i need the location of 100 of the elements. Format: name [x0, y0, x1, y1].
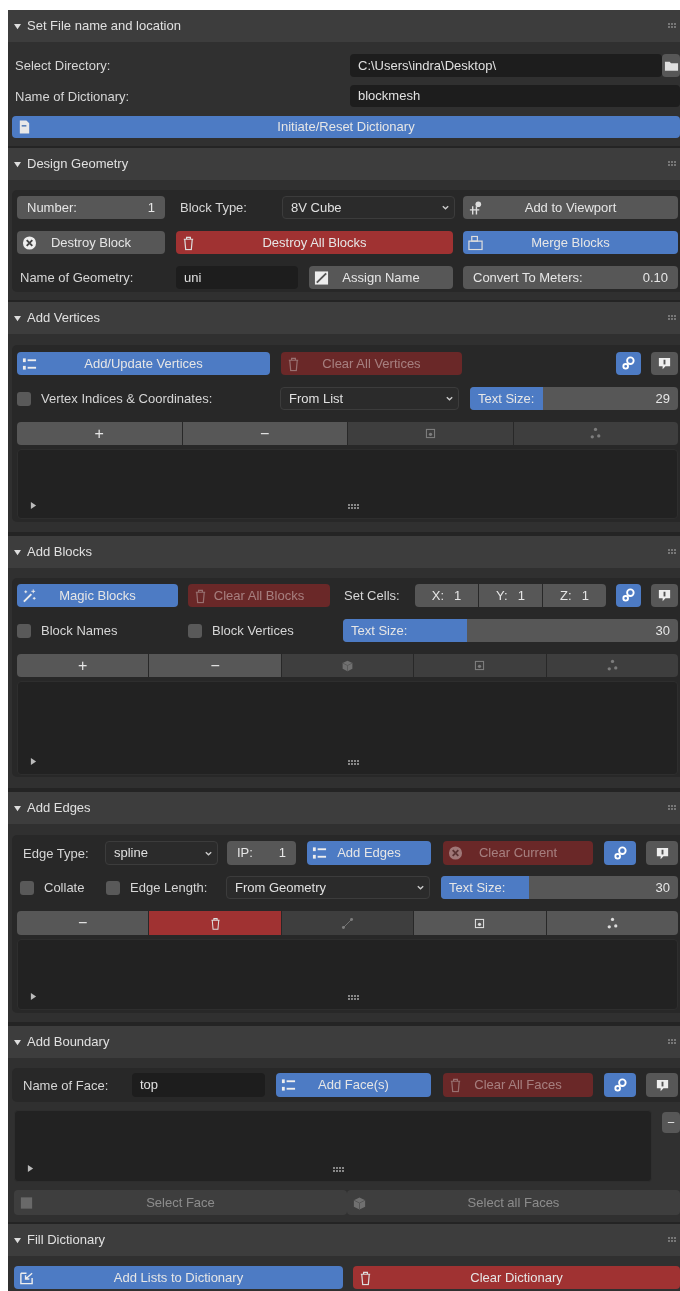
toolbar-button[interactable]: +	[17, 422, 182, 445]
drag-handle-icon[interactable]	[668, 23, 676, 29]
button[interactable]: Add Lists to Dictionary	[14, 1266, 343, 1289]
expand-arrow-icon[interactable]	[30, 993, 37, 1000]
field-label: Edge Type:	[23, 844, 89, 863]
checkbox[interactable]: Edge Length:	[106, 876, 226, 899]
text-field[interactable]: uni	[176, 266, 298, 289]
disclosure-triangle-icon[interactable]	[14, 160, 21, 168]
grip-icon[interactable]	[347, 760, 360, 766]
toolbar-button[interactable]: −	[149, 654, 281, 677]
button[interactable]: Magic Blocks	[17, 584, 178, 607]
gear-button[interactable]	[616, 352, 641, 375]
panel-header[interactable]: Set File name and location	[8, 10, 680, 42]
checkbox[interactable]: Vertex Indices & Coordinates:	[17, 387, 280, 410]
grid-point-icon	[468, 200, 483, 215]
expand-arrow-icon[interactable]	[27, 1165, 34, 1172]
number-field[interactable]: Y: 1	[479, 584, 542, 607]
panel-header[interactable]: Add Boundary	[8, 1026, 680, 1058]
numbered-list-icon	[22, 356, 37, 371]
drag-handle-icon[interactable]	[668, 549, 676, 555]
numbered-list-icon	[312, 845, 327, 861]
panel-header[interactable]: Add Blocks	[8, 536, 680, 568]
dropdown[interactable]: 8V Cube	[282, 196, 455, 219]
grip-icon[interactable]	[333, 1167, 345, 1173]
info-button[interactable]	[646, 1073, 678, 1097]
three-dots-icon	[605, 916, 619, 930]
text-field[interactable]: top	[132, 1073, 265, 1097]
drag-handle-icon[interactable]	[668, 1237, 676, 1243]
info-button[interactable]	[646, 841, 678, 865]
gear-button[interactable]	[604, 1073, 636, 1097]
panel-title: Add Boundary	[27, 1033, 111, 1052]
disclosure-triangle-icon[interactable]	[14, 314, 21, 322]
toolbar-button[interactable]: −	[182, 422, 347, 445]
dropdown[interactable]: From Geometry	[226, 876, 430, 899]
button[interactable]: Destroy All Blocks	[176, 231, 453, 254]
checkbox[interactable]: Collate	[20, 876, 106, 899]
square-icon	[19, 1195, 34, 1210]
x-circle-icon	[448, 845, 463, 861]
expand-arrow-icon[interactable]	[30, 758, 37, 765]
button[interactable]: Merge Blocks	[463, 231, 678, 254]
info-icon	[654, 845, 670, 861]
grip-icon[interactable]	[347, 995, 360, 1001]
gear-button[interactable]	[604, 841, 636, 865]
slider[interactable]: Text Size: 29	[470, 387, 678, 410]
text-field[interactable]: blockmesh	[350, 85, 680, 107]
number-field[interactable]: Z: 1	[543, 584, 606, 607]
cube-icon	[341, 659, 354, 672]
drag-handle-icon[interactable]	[668, 315, 676, 321]
button[interactable]: Add/Update Vertices	[17, 352, 270, 375]
info-button[interactable]	[651, 352, 678, 375]
drag-handle-icon[interactable]	[668, 161, 676, 167]
grip-icon[interactable]	[347, 504, 360, 510]
document-icon	[17, 119, 32, 135]
button[interactable]: Destroy Block	[17, 231, 165, 254]
dropdown[interactable]: spline	[105, 841, 218, 865]
disclosure-triangle-icon[interactable]	[14, 1236, 21, 1244]
text-field[interactable]: C:\Users\indra\Desktop\	[350, 54, 662, 77]
panel-title: Set File name and location	[27, 17, 182, 36]
three-dots-icon	[589, 427, 603, 440]
remove-button[interactable]: −	[662, 1112, 680, 1133]
button[interactable]: Add to Viewport	[463, 196, 678, 219]
slider[interactable]: Text Size: 30	[343, 619, 678, 642]
number-field[interactable]: IP: 1	[227, 841, 296, 865]
gear-icon	[612, 845, 628, 861]
panel-header[interactable]: Add Edges	[8, 792, 680, 824]
gear-button[interactable]	[616, 584, 641, 607]
panel-header[interactable]: Fill Dictionary	[8, 1224, 680, 1256]
number-field[interactable]: Convert To Meters: 0.10	[463, 266, 678, 289]
disclosure-triangle-icon[interactable]	[14, 22, 21, 30]
disclosure-triangle-icon[interactable]	[14, 804, 21, 812]
panel-header[interactable]: Design Geometry	[8, 148, 680, 180]
button[interactable]: Add Edges	[307, 841, 431, 865]
cube-icon	[352, 1195, 367, 1210]
number-field[interactable]: X: 1	[415, 584, 478, 607]
toolbar-button[interactable]: −	[17, 911, 149, 935]
button[interactable]: Clear Dictionary	[353, 1266, 680, 1289]
toolbar-button[interactable]: +	[17, 654, 149, 677]
info-button[interactable]	[651, 584, 678, 607]
field-label: Set Cells:	[344, 587, 400, 605]
field-label: Name of Geometry:	[20, 269, 134, 287]
gear-icon	[612, 1077, 628, 1093]
disclosure-triangle-icon[interactable]	[14, 548, 21, 556]
number-field[interactable]: Number: 1	[17, 196, 165, 219]
checkbox[interactable]: Block Vertices	[188, 619, 343, 642]
expand-arrow-icon[interactable]	[30, 502, 37, 509]
button[interactable]: Add Face(s)	[276, 1073, 431, 1097]
stacked-boxes-icon	[468, 235, 483, 250]
button[interactable]: Assign Name	[309, 266, 453, 289]
checkbox[interactable]: Block Names	[17, 619, 188, 642]
drag-handle-icon[interactable]	[668, 1039, 676, 1045]
disclosure-triangle-icon[interactable]	[14, 1038, 21, 1046]
trash-icon	[358, 1270, 373, 1285]
dropdown[interactable]: From List	[280, 387, 459, 410]
drag-handle-icon[interactable]	[668, 805, 676, 811]
x-circle-icon	[22, 235, 37, 250]
slider[interactable]: Text Size: 30	[441, 876, 678, 899]
panel-header[interactable]: Add Vertices	[8, 302, 680, 334]
button[interactable]: Initiate/Reset Dictionary	[12, 116, 680, 138]
folder-button[interactable]	[662, 54, 680, 77]
three-dots-icon	[605, 659, 619, 672]
